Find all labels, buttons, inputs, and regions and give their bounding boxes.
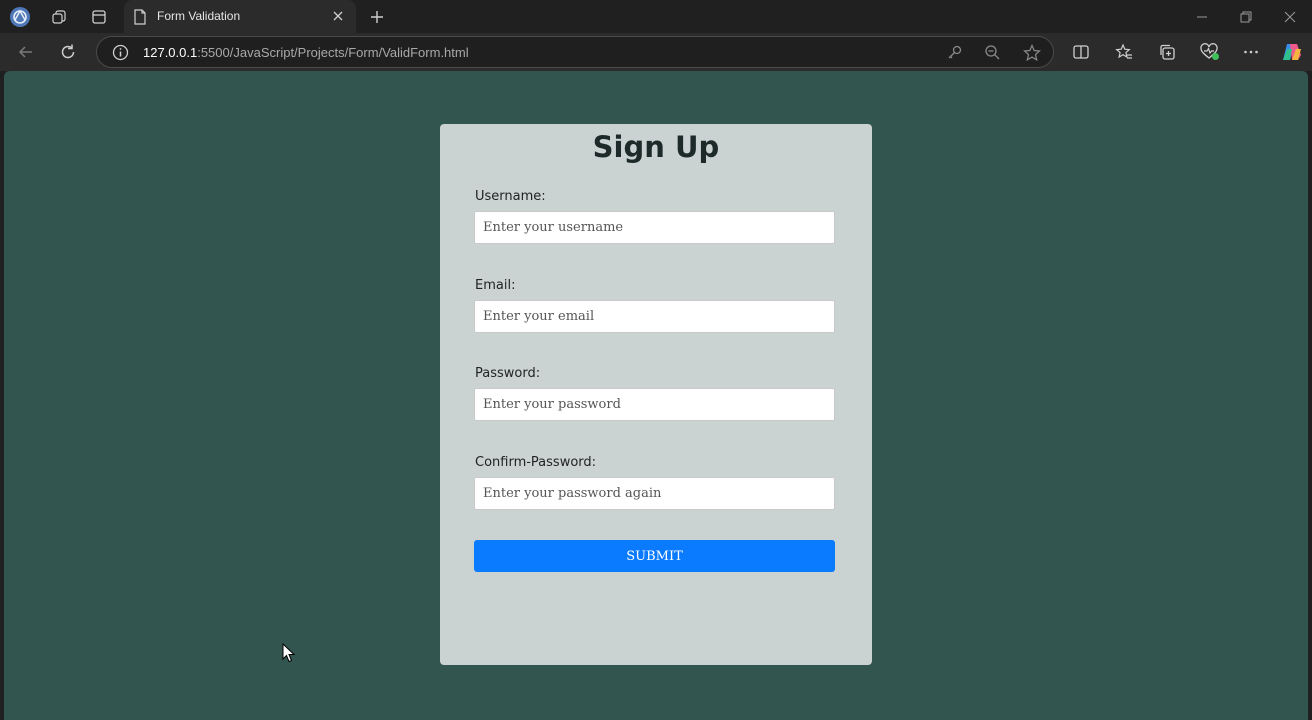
- key-icon[interactable]: [946, 44, 963, 61]
- password-label: Password:: [475, 366, 541, 381]
- tab-actions-icon[interactable]: [86, 0, 112, 33]
- mouse-cursor-icon: [282, 643, 296, 663]
- favorites-icon[interactable]: [1109, 33, 1139, 71]
- browser-essentials-icon[interactable]: [1195, 33, 1225, 71]
- tab-form-validation[interactable]: Form Validation: [124, 0, 356, 33]
- copilot-icon[interactable]: [1277, 33, 1307, 71]
- password-input[interactable]: [474, 388, 835, 421]
- close-tab-icon[interactable]: [328, 6, 348, 26]
- site-info-icon[interactable]: [112, 44, 129, 61]
- tab-strip: Form Validation: [0, 0, 1312, 33]
- submit-button[interactable]: SUBMIT: [474, 540, 835, 572]
- confirm-password-label: Confirm-Password:: [475, 455, 597, 470]
- page-icon: [134, 9, 146, 25]
- page-viewport: Sign Up Username: Email: Password: Confi…: [4, 71, 1308, 720]
- email-label: Email:: [475, 278, 516, 293]
- username-label: Username:: [475, 189, 546, 204]
- username-input[interactable]: [474, 211, 835, 244]
- email-input[interactable]: [474, 300, 835, 333]
- url-text: 127.0.0.1:5500/JavaScript/Projects/Form/…: [143, 45, 469, 60]
- close-window-icon[interactable]: [1278, 0, 1302, 33]
- favorite-star-icon[interactable]: [1023, 44, 1041, 62]
- workspaces-icon[interactable]: [46, 0, 72, 33]
- form-heading: Sign Up: [592, 130, 720, 164]
- profile-avatar-icon[interactable]: [6, 0, 34, 33]
- new-tab-icon[interactable]: [364, 0, 390, 33]
- more-menu-icon[interactable]: [1236, 33, 1266, 71]
- tab-title: Form Validation: [157, 9, 241, 23]
- back-icon[interactable]: [11, 33, 41, 71]
- address-toolbar: 127.0.0.1:5500/JavaScript/Projects/Form/…: [0, 33, 1312, 71]
- collections-icon[interactable]: [1152, 33, 1182, 71]
- minimize-icon[interactable]: [1190, 0, 1214, 33]
- zoom-out-icon[interactable]: [984, 44, 1001, 61]
- restore-icon[interactable]: [1234, 0, 1258, 33]
- address-bar[interactable]: 127.0.0.1:5500/JavaScript/Projects/Form/…: [96, 36, 1054, 68]
- confirm-password-input[interactable]: [474, 477, 835, 510]
- refresh-icon[interactable]: [53, 33, 83, 71]
- signup-form-card: Sign Up Username: Email: Password: Confi…: [440, 124, 872, 665]
- split-screen-icon[interactable]: [1066, 33, 1096, 71]
